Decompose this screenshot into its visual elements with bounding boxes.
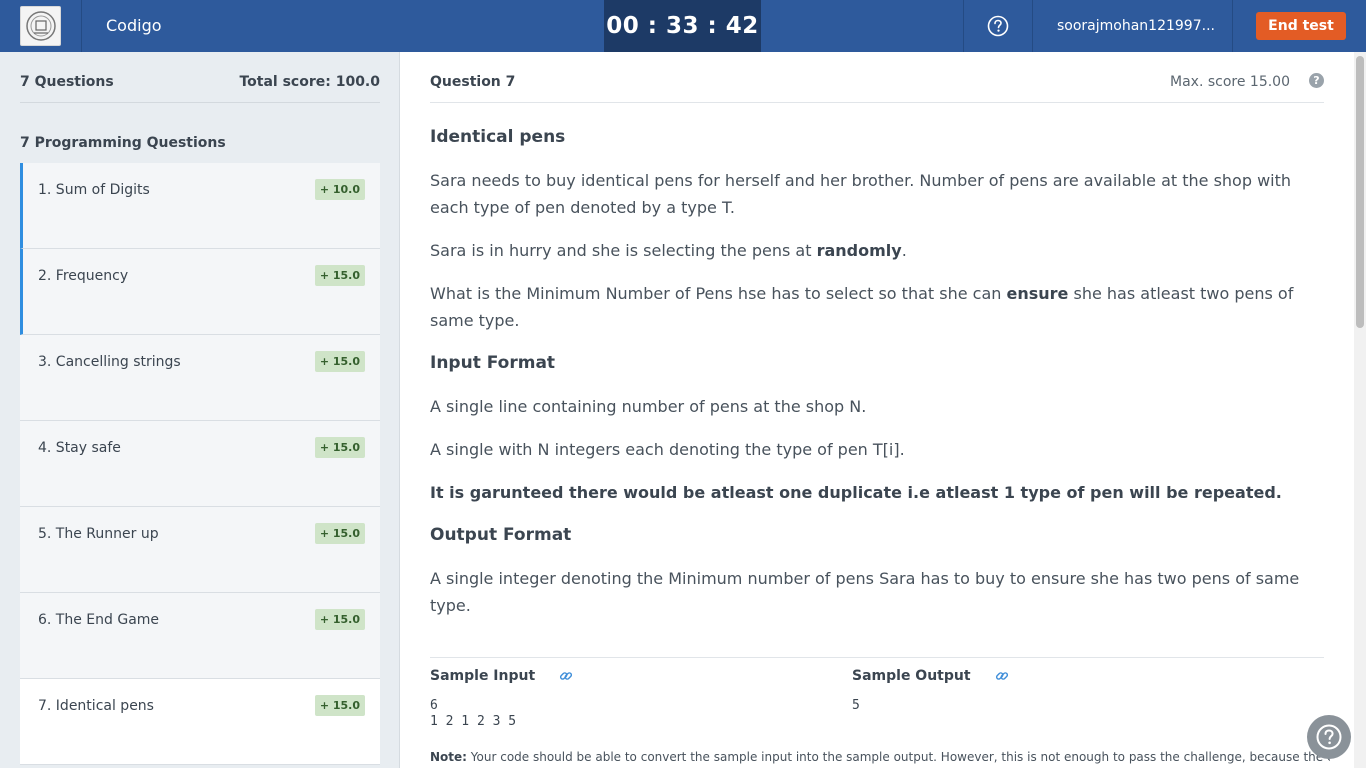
question-title: 2. Frequency [38, 268, 129, 284]
scrollbar[interactable] [1354, 52, 1366, 768]
samples-section: Sample Input 6 1 2 1 2 3 5 Sample Output… [430, 657, 1324, 729]
question-item-7[interactable]: 7. Identical pens + 15.0 [20, 679, 380, 765]
question-title: 5. The Runner up [38, 526, 159, 542]
score-badge: + 15.0 [314, 695, 365, 716]
link-icon[interactable] [559, 669, 573, 683]
question-number: Question 7 [430, 74, 516, 90]
question-count: 7 Questions [20, 74, 114, 90]
link-icon[interactable] [995, 669, 1009, 683]
sample-input-title: Sample Input [430, 668, 536, 684]
username[interactable]: soorajmohan121997... [1057, 0, 1215, 52]
app-title: Codigo [106, 16, 162, 35]
top-bar: Codigo 00 : 33 : 42 soorajmohan121997...… [0, 0, 1366, 52]
score-badge: + 15.0 [314, 265, 365, 286]
note-text: Note: Your code should be able to conver… [430, 750, 1330, 764]
score-badge: + 15.0 [314, 437, 365, 458]
input-format-line: A single with N integers each denoting t… [430, 440, 905, 459]
sidebar-header: 7 Questions Total score: 100.0 [20, 52, 380, 103]
help-button[interactable] [963, 0, 1033, 52]
score-badge: + 15.0 [314, 609, 365, 630]
question-list: 1. Sum of Digits + 10.0 2. Frequency + 1… [20, 163, 380, 765]
sample-output-title: Sample Output [852, 668, 971, 684]
score-badge: + 15.0 [314, 523, 365, 544]
question-title: 3. Cancelling strings [38, 354, 181, 370]
problem-paragraph: Sara needs to buy identical pens for her… [430, 171, 1292, 217]
divider [1032, 0, 1033, 52]
total-score: Total score: 100.0 [239, 74, 380, 90]
end-test-button[interactable]: End test [1256, 12, 1346, 40]
question-item-1[interactable]: 1. Sum of Digits + 10.0 [20, 163, 380, 249]
college-logo [20, 6, 61, 46]
input-format-line: A single line containing number of pens … [430, 397, 867, 416]
question-item-3[interactable]: 3. Cancelling strings + 15.0 [20, 335, 380, 421]
question-sidebar: 7 Questions Total score: 100.0 7 Program… [0, 52, 400, 768]
question-item-6[interactable]: 6. The End Game + 15.0 [20, 593, 380, 679]
scrollbar-thumb[interactable] [1356, 56, 1364, 328]
sample-input: Sample Input 6 1 2 1 2 3 5 [430, 668, 573, 730]
question-header: Question 7 Max. score 15.00 ? [430, 52, 1324, 103]
output-format-line: A single integer denoting the Minimum nu… [430, 569, 1300, 615]
question-circle-icon [987, 15, 1009, 37]
question-item-5[interactable]: 5. The Runner up + 15.0 [20, 507, 380, 593]
sample-input-value: 6 1 2 1 2 3 5 [430, 698, 517, 729]
question-title: 1. Sum of Digits [38, 182, 150, 198]
question-circle-icon [1316, 724, 1342, 750]
score-badge: + 10.0 [314, 179, 365, 200]
sample-output: Sample Output 5 [852, 668, 1009, 714]
problem-paragraph: Sara is in hurry and she is selecting th… [430, 241, 907, 260]
score-badge: + 15.0 [314, 351, 365, 372]
question-help-icon[interactable]: ? [1309, 73, 1324, 88]
output-format-heading: Output Format [430, 525, 572, 545]
divider [81, 0, 82, 52]
guarantee-note: It is garunteed there would be atleast o… [430, 483, 1282, 502]
question-title: 4. Stay safe [38, 440, 121, 456]
problem-statement: Identical pens Sara needs to buy identic… [430, 124, 1324, 635]
input-format-heading: Input Format [430, 353, 556, 373]
floating-help-button[interactable] [1307, 715, 1351, 759]
question-item-4[interactable]: 4. Stay safe + 15.0 [20, 421, 380, 507]
question-item-2[interactable]: 2. Frequency + 15.0 [20, 249, 380, 335]
problem-title: Identical pens [430, 127, 566, 147]
max-score: Max. score 15.00 [1170, 74, 1290, 90]
question-panel: Question 7 Max. score 15.00 ? Identical … [400, 52, 1354, 768]
divider [1232, 0, 1233, 52]
section-title: 7 Programming Questions [20, 135, 226, 151]
question-title: 7. Identical pens [38, 698, 154, 714]
countdown-timer: 00 : 33 : 42 [604, 0, 761, 52]
sample-output-value: 5 [852, 698, 860, 713]
problem-paragraph: What is the Minimum Number of Pens hse h… [430, 284, 1294, 330]
question-title: 6. The End Game [38, 612, 160, 628]
